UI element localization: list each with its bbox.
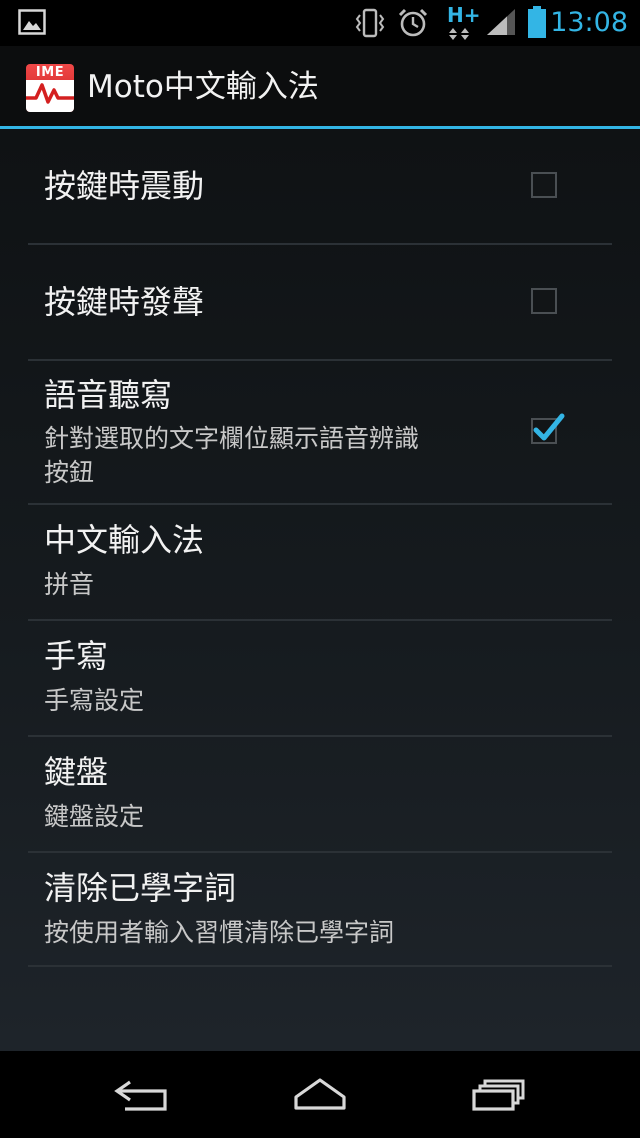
app-title: Moto中文輸入法	[87, 69, 319, 105]
pref-title: 按鍵時震動	[44, 167, 205, 205]
back-icon	[114, 1080, 167, 1111]
list-divider	[28, 965, 612, 967]
gallery-notification-icon	[18, 9, 46, 35]
pref-voice-input[interactable]: 語音聽寫 針對選取的文字欄位顯示語音辨識 按鈕	[28, 361, 612, 503]
voice-input-checkbox[interactable]	[531, 413, 565, 444]
clock: 13:08	[550, 7, 628, 38]
signal-icon	[487, 9, 515, 35]
checkmark-icon	[533, 413, 565, 441]
recent-apps-button[interactable]	[428, 1051, 568, 1138]
action-bar: IME Moto中文輸入法	[0, 46, 640, 128]
pref-summary-line: 按鈕	[44, 458, 95, 487]
pref-vibrate-on-keypress[interactable]: 按鍵時震動	[28, 129, 612, 243]
pref-title: 手寫	[44, 637, 109, 675]
app-icon[interactable]: IME	[26, 64, 74, 112]
pref-summary-line: 針對選取的文字欄位顯示語音辨識	[44, 424, 420, 453]
settings-list: 按鍵時震動 按鍵時發聲 語音聽寫 針對選取的文字欄位顯示語音辨識 按鈕 中文輸入…	[0, 129, 640, 1051]
pref-title: 語音聽寫	[44, 376, 173, 414]
network-activity-icon: H+	[446, 3, 481, 41]
pref-clear-learned-words[interactable]: 清除已學字詞 按使用者輸入習慣清除已學字詞	[28, 853, 612, 965]
pref-sound-on-keypress[interactable]: 按鍵時發聲	[28, 245, 612, 359]
home-icon	[294, 1078, 346, 1110]
battery-icon	[528, 6, 546, 38]
pref-title: 鍵盤	[44, 753, 109, 791]
vibrate-icon	[355, 8, 385, 38]
pref-title: 清除已學字詞	[44, 869, 237, 907]
moto-logo-icon	[26, 80, 74, 112]
pref-summary: 鍵盤設定	[44, 802, 145, 831]
back-button[interactable]	[72, 1051, 212, 1138]
network-type-label: H+	[447, 3, 481, 27]
pref-summary: 按使用者輸入習慣清除已學字詞	[44, 918, 395, 947]
pref-handwriting[interactable]: 手寫 手寫設定	[28, 621, 612, 735]
navigation-bar	[0, 1051, 640, 1138]
pref-keyboard[interactable]: 鍵盤 鍵盤設定	[28, 737, 612, 851]
alarm-icon	[398, 8, 428, 37]
pref-summary: 針對選取的文字欄位顯示語音辨識 按鈕	[44, 422, 484, 490]
app-icon-label: IME	[35, 65, 65, 80]
pref-title: 按鍵時發聲	[44, 283, 205, 321]
recent-apps-icon	[472, 1079, 525, 1111]
pref-chinese-input-method[interactable]: 中文輸入法 拼音	[28, 505, 612, 619]
sound-checkbox[interactable]	[531, 288, 557, 314]
pref-summary: 拼音	[44, 570, 95, 599]
vibrate-checkbox[interactable]	[531, 172, 557, 198]
pref-title: 中文輸入法	[44, 521, 205, 559]
screen: H+ 13:08 IME Moto中文輸入法 按鍵時震動 按鍵時發聲 語音聽寫 …	[0, 0, 640, 1138]
status-bar: H+ 13:08	[0, 0, 640, 46]
home-button[interactable]	[250, 1051, 390, 1138]
pref-summary: 手寫設定	[44, 686, 145, 715]
